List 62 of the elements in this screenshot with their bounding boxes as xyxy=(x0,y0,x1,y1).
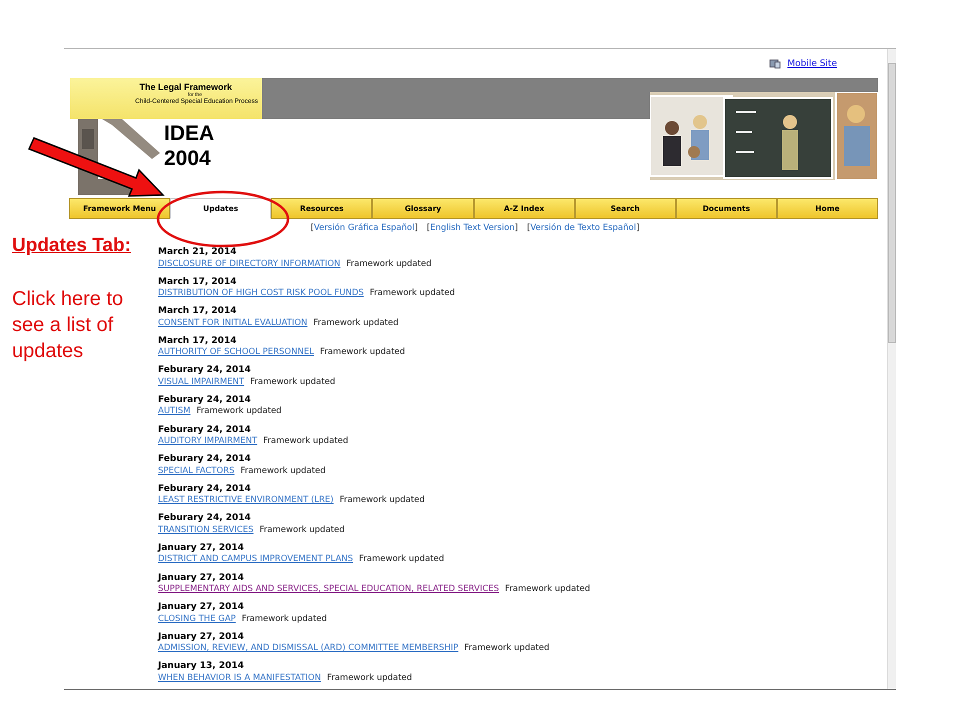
update-date: January 27, 2014 xyxy=(158,602,245,614)
update-status: Framework updated xyxy=(505,584,590,596)
annotation-text: Click here to see a list of updates xyxy=(12,287,124,364)
idea-heading: 2004 xyxy=(164,146,212,171)
language-link[interactable]: English Text Version xyxy=(430,223,515,237)
update-link[interactable]: ADMISSION, REVIEW, AND DISMISSAL (ARD) COMMITTEE MEMBERSHIP xyxy=(158,643,458,655)
update-link[interactable]: DISTRICT AND CAMPUS IMPROVEMENT PLANS xyxy=(158,554,354,566)
update-link[interactable]: SPECIAL FACTORS xyxy=(158,466,234,478)
update-date: March 17, 2014 xyxy=(158,276,238,288)
scrollbar[interactable] xyxy=(887,49,896,689)
update-status: Framework updated xyxy=(464,643,550,655)
update-link[interactable]: DISCLOSURE OF DIRECTORY INFORMATION xyxy=(158,258,340,270)
bracket: ] xyxy=(414,223,418,235)
update-date: January 27, 2014 xyxy=(158,632,245,644)
update-date: Feburary 24, 2014 xyxy=(158,454,252,466)
update-link[interactable]: LEAST RESTRICTIVE ENVIRONMENT (LRE) xyxy=(158,495,334,507)
update-date: Feburary 24, 2014 xyxy=(158,484,252,496)
update-status: Framework updated xyxy=(346,258,432,270)
update-date: March 17, 2014 xyxy=(158,336,238,348)
logo-title: The Legal Framework xyxy=(139,82,232,92)
update-date: March 21, 2014 xyxy=(158,247,238,258)
update-status: Framework updated xyxy=(260,524,345,536)
update-status: Framework updated xyxy=(242,614,327,626)
update-status: Framework updated xyxy=(359,554,444,566)
update-link[interactable]: AUTISM xyxy=(158,406,190,418)
language-link[interactable]: Versión Gráfica Español xyxy=(314,223,414,237)
update-link[interactable]: CONSENT FOR INITIAL EVALUATION xyxy=(158,318,308,330)
update-link[interactable]: CLOSING THE GAP xyxy=(158,614,236,626)
mobile-site-link[interactable]: Mobile Site xyxy=(787,58,837,68)
bracket: [ xyxy=(310,223,314,235)
update-link[interactable]: AUDITORY IMPAIRMENT xyxy=(158,436,258,448)
annotation-title: Updates Tab: xyxy=(12,234,132,258)
update-date: Feburary 24, 2014 xyxy=(158,424,252,436)
update-status: Framework updated xyxy=(326,672,412,684)
bracket: [ xyxy=(527,223,530,235)
update-status: Framework updated xyxy=(370,288,455,300)
update-link[interactable]: VISUAL IMPAIRMENT xyxy=(158,376,244,388)
idea-heading: IDEA xyxy=(164,121,214,146)
language-link[interactable]: Versión de Texto Español xyxy=(530,223,636,237)
update-date: January 13, 2014 xyxy=(158,661,245,673)
update-status: Framework updated xyxy=(263,436,348,448)
update-status: Framework updated xyxy=(240,466,326,478)
update-date: March 17, 2014 xyxy=(158,306,238,318)
update-link[interactable]: AUTHORITY OF SCHOOL PERSONNEL xyxy=(158,347,314,359)
update-date: Feburary 24, 2014 xyxy=(158,513,252,525)
update-status: Framework updated xyxy=(340,495,425,507)
update-status: Framework updated xyxy=(313,318,399,330)
update-link[interactable]: DISTRIBUTION OF HIGH COST RISK POOL FUNDS xyxy=(158,288,364,300)
bracket: [ xyxy=(426,223,430,235)
update-date: Feburary 24, 2014 xyxy=(158,365,252,377)
update-link[interactable]: SUPPLEMENTARY AIDS AND SERVICES, SPECIAL EDUCATION, RELATED SERVICES xyxy=(158,584,500,596)
bracket: ] xyxy=(636,223,640,235)
update-link[interactable]: WHEN BEHAVIOR IS A MANIFESTATION xyxy=(158,672,321,684)
scrollbar-thumb[interactable] xyxy=(888,63,896,343)
update-status: Framework updated xyxy=(250,376,336,388)
bracket: ] xyxy=(514,223,518,235)
update-link[interactable]: TRANSITION SERVICES xyxy=(158,524,254,536)
update-date: January 27, 2014 xyxy=(158,542,245,554)
update-date: Feburary 24, 2014 xyxy=(158,394,252,406)
update-status: Framework updated xyxy=(320,347,406,359)
update-date: January 27, 2014 xyxy=(158,572,245,584)
update-status: Framework updated xyxy=(196,406,282,418)
